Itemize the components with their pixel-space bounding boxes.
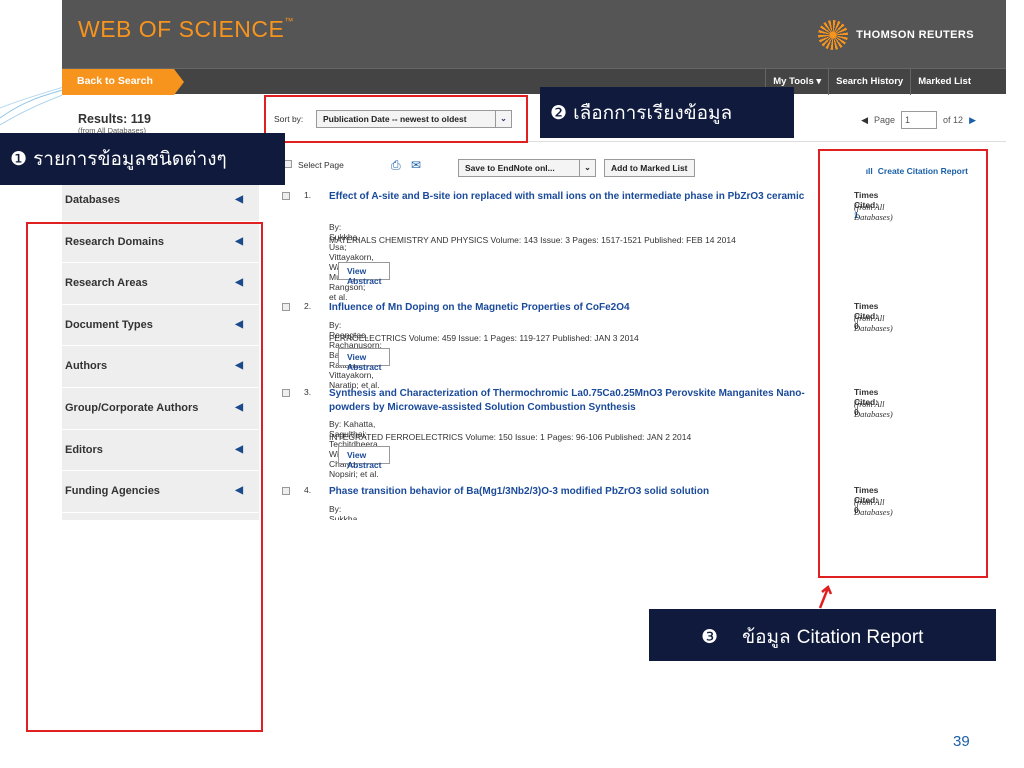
- decorative-lines: [0, 84, 70, 126]
- wos-logo: WEB OF SCIENCE™: [78, 16, 294, 42]
- sidebar-item-label: Databases: [65, 194, 121, 206]
- results-count: Results: 119 (from All Databases): [78, 112, 151, 135]
- save-endnote-select[interactable]: Save to EndNote onl... ⌄: [458, 159, 596, 177]
- tr-emblem-icon: [818, 20, 849, 50]
- arrow-up-icon: [818, 584, 833, 609]
- add-to-marked-list-button[interactable]: Add to Marked List: [604, 159, 695, 177]
- nav-links: My Tools ▾ Search History Marked List: [765, 69, 978, 95]
- record-title-link[interactable]: Influence of Mn Doping on the Magnetic P…: [329, 301, 829, 315]
- sidebar-item-databases[interactable]: Databases ◀: [62, 180, 259, 222]
- view-abstract-button[interactable]: View Abstract: [338, 348, 391, 372]
- record-title-link[interactable]: Phase transition behavior of Ba(Mg1/3Nb2…: [329, 485, 829, 499]
- record-title-link[interactable]: Synthesis and Characterization of Thermo…: [329, 387, 829, 414]
- email-icon[interactable]: ✉: [411, 158, 421, 172]
- marked-list-link[interactable]: Marked List: [910, 69, 978, 95]
- print-icon[interactable]: ⎙: [391, 158, 401, 173]
- thomson-reuters-logo: THOMSON REUTERS: [818, 20, 974, 50]
- slide-page-number: 39: [953, 733, 970, 750]
- record-checkbox[interactable]: [282, 192, 290, 200]
- select-page-checkbox[interactable]: [284, 160, 292, 168]
- record-source: FERROELECTRICS Volume: 459 Issue: 1 Page…: [329, 333, 639, 343]
- sidebar-highlight-box: [26, 222, 263, 732]
- page-input[interactable]: 1: [901, 111, 938, 129]
- nav-bar: Back to Search My Tools ▾ Search History…: [62, 68, 1006, 95]
- callout-sort-order: ❷ เลือกการเรียงข้อมูล: [540, 87, 794, 138]
- select-page-label: Select Page: [298, 160, 344, 170]
- expand-triangle-icon[interactable]: ◀: [235, 194, 243, 205]
- record-authors: By: Sukkha, Usa; Vittayakorn, Naratip; G…: [329, 504, 360, 520]
- slide: WEB OF SCIENCE™ THOMSON REUTERS Back to …: [0, 0, 1024, 768]
- callout-data-types: ❶ รายการข้อมูลชนิดต่างๆ: [0, 133, 285, 185]
- search-history-link[interactable]: Search History: [828, 69, 910, 95]
- record-checkbox[interactable]: [282, 303, 290, 311]
- back-to-search-link[interactable]: Back to Search: [62, 69, 184, 95]
- sort-highlight-box: [264, 95, 528, 143]
- header-bar: WEB OF SCIENCE™ THOMSON REUTERS: [62, 0, 1006, 68]
- record-source: INTEGRATED FERROELECTRICS Volume: 150 Is…: [329, 432, 692, 442]
- record-title-link[interactable]: Effect of A-site and B-site ion replaced…: [329, 190, 829, 204]
- record-checkbox[interactable]: [282, 487, 290, 495]
- citation-highlight-box: [818, 149, 988, 578]
- prev-page-icon[interactable]: ◀: [861, 115, 868, 126]
- pager: ◀ Page 1 of 12 ▶: [861, 111, 976, 129]
- next-page-icon[interactable]: ▶: [969, 115, 976, 126]
- chevron-down-icon: ⌄: [579, 160, 595, 176]
- record-checkbox[interactable]: [282, 389, 290, 397]
- view-abstract-button[interactable]: View Abstract: [338, 262, 391, 286]
- view-abstract-button[interactable]: View Abstract: [338, 446, 391, 470]
- record-source: MATERIALS CHEMISTRY AND PHYSICS Volume: …: [329, 235, 736, 245]
- callout-citation-report: ❸ ข้อมูล Citation Report: [649, 609, 996, 661]
